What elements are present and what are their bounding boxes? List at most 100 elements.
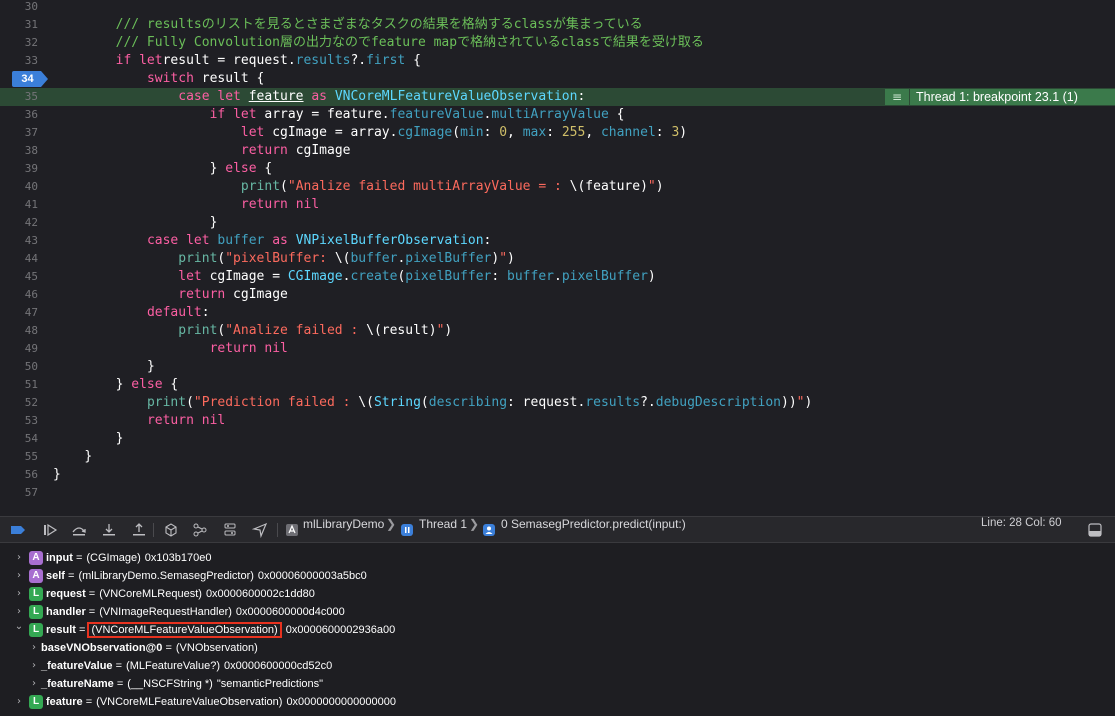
variable-row[interactable]: › _featureValue = (MLFeatureValue?) 0x00006… [0, 657, 1115, 675]
breadcrumb-thread[interactable]: Thread 1 [419, 517, 467, 542]
code-line[interactable]: 44 print("pixelBuffer: \(buffer.pixelBuff… [0, 250, 1115, 268]
variable-row[interactable]: › Lhandler = (VNImageRequestHandler) 0x0000… [0, 603, 1115, 621]
variable-row[interactable]: › Lrequest = (VNCoreMLRequest) 0x0000600002… [0, 585, 1115, 603]
code-line[interactable]: 57 [0, 484, 1115, 502]
code-token: } [209, 161, 226, 176]
code-line[interactable]: 43 case let buffer as VNPixelBufferObserv… [0, 232, 1115, 250]
menu-lines-icon[interactable]: ≡ [885, 89, 909, 105]
code-token: ) [491, 251, 500, 266]
code-token: /// resultsのリストを見るとさまざまなタスクの結果を格納するclass… [115, 17, 643, 32]
code-line[interactable]: 51} else { [0, 376, 1115, 394]
chevron-down-icon[interactable]: ⌄ [14, 621, 24, 639]
variable-value: 0x00006000003a5bc0 [257, 570, 367, 582]
breadcrumb-project[interactable]: mlLibraryDemo [303, 517, 384, 542]
code-line[interactable]: 31 /// resultsのリストを見るとさまざまなタスクの結果を格納するcla… [0, 16, 1115, 34]
code-token: case let [146, 233, 210, 248]
breakpoint-banner[interactable]: ≡ Thread 1: breakpoint 23.1 (1) [885, 88, 1115, 106]
code-token: : [491, 269, 508, 284]
variable-name: _featureValue [41, 660, 113, 672]
code-editor[interactable]: 30 31 /// resultsのリストを見るとさまざまなタスクの結果を格納するc… [0, 0, 1115, 516]
variable-row[interactable]: › Aself = (mlLibraryDemo.SemasegPredictor)… [0, 567, 1115, 585]
code-text: } else { [210, 160, 273, 178]
code-token: \(feature) [569, 179, 648, 194]
code-token: let [178, 269, 202, 284]
line-number: 46 [24, 288, 38, 301]
continue-icon[interactable] [42, 522, 58, 538]
code-token: , [507, 125, 523, 140]
code-line[interactable]: 53 return nil [0, 412, 1115, 430]
code-token: return [178, 287, 226, 302]
code-line[interactable]: 41 return nil [0, 196, 1115, 214]
code-line[interactable]: 32 /// Fully Convolution層の出力なのでfeature ma… [0, 34, 1115, 52]
step-into-icon[interactable] [101, 522, 117, 538]
chevron-right-icon[interactable]: › [14, 567, 24, 585]
code-line[interactable]: 46 return cgImage [0, 286, 1115, 304]
chevron-right-icon[interactable]: › [14, 549, 24, 567]
code-line[interactable]: 33 if letresult = request.results?.first … [0, 52, 1115, 70]
chevron-right-icon[interactable]: › [14, 603, 24, 621]
code-line[interactable]: 54} [0, 430, 1115, 448]
variables-view[interactable]: › Ainput = (CGImage) 0x103b170e0 › Aself = (ml… [0, 543, 1115, 716]
code-token: array = feature. [256, 107, 390, 122]
variable-row[interactable]: › Lfeature = (VNCoreMLFeatureValueObservat… [0, 693, 1115, 711]
location-icon[interactable] [251, 522, 268, 539]
code-token: cgImage [397, 125, 453, 140]
code-token: : [546, 125, 562, 140]
variable-row[interactable]: › baseVNObservation@0 = (VNObservation) [0, 639, 1115, 657]
code-line[interactable]: 56} [0, 466, 1115, 484]
chevron-right-icon[interactable]: › [14, 585, 24, 603]
code-line[interactable]: 47 default: [0, 304, 1115, 322]
breadcrumb-stack-frame[interactable]: 0 SemasegPredictor.predict(input:) [501, 517, 686, 542]
code-line[interactable]: 48 print("Analize failed : \(result)") [0, 322, 1115, 340]
breadcrumb-separator: ❯ [469, 517, 480, 531]
variable-row[interactable]: › Ainput = (CGImage) 0x103b170e0 [0, 549, 1115, 567]
chevron-right-icon[interactable]: › [29, 639, 39, 657]
code-line[interactable]: 30 [0, 0, 1115, 16]
code-token: return nil [146, 413, 226, 428]
variable-row[interactable]: ⌄ Lresult = (VNCoreMLFeatureValueObservati… [0, 621, 1115, 639]
code-token: first [366, 53, 406, 68]
code-line[interactable]: 38 return cgImage [0, 142, 1115, 160]
code-line[interactable]: 40 print("Analize failed multiArrayValue … [0, 178, 1115, 196]
code-token: " [647, 179, 656, 194]
environment-overrides-icon[interactable] [222, 522, 238, 538]
code-token: : [577, 89, 586, 104]
console-toggle-icon[interactable] [1087, 522, 1103, 538]
code-line[interactable]: 39 } else { [0, 160, 1115, 178]
code-line[interactable]: 55} [0, 448, 1115, 466]
line-number: 43 [24, 234, 38, 247]
code-line[interactable]: 36 if let array = feature.featureValue.mu… [0, 106, 1115, 124]
code-token: describing [428, 395, 508, 410]
chevron-right-icon[interactable]: › [29, 657, 39, 675]
code-line[interactable]: 37 let cgImage = array.cgImage(min: 0, ma… [0, 124, 1115, 142]
variable-text: feature = (VNCoreMLFeatureValueObservatio… [46, 696, 396, 708]
code-line[interactable]: 34 switch result { [0, 70, 1115, 88]
memory-graph-icon[interactable] [192, 522, 208, 538]
step-over-icon[interactable] [71, 522, 87, 538]
line-col-indicator: Line: 28 Col: 60 [981, 517, 1062, 529]
code-token: buffer [350, 251, 398, 266]
variable-type: (VNCoreMLRequest) [99, 588, 202, 600]
local-badge-icon: L [29, 623, 43, 637]
code-text: print("pixelBuffer: \(buffer.pixelBuffer… [178, 250, 515, 268]
line-number: 39 [24, 162, 38, 175]
code-text: } [116, 430, 124, 448]
variable-row[interactable]: › _featureName = (__NSCFString *) "semantic… [0, 675, 1115, 693]
chevron-right-icon[interactable]: › [29, 675, 39, 693]
view-hierarchy-icon[interactable] [163, 522, 179, 538]
code-token: as [311, 89, 327, 104]
code-line[interactable]: 45 let cgImage = CGImage.create(pixelBuff… [0, 268, 1115, 286]
breakpoint-marker[interactable]: 34 [12, 71, 48, 87]
line-number: 31 [24, 18, 38, 31]
code-token: } [146, 359, 155, 374]
code-line[interactable]: 49 return nil [0, 340, 1115, 358]
code-line[interactable]: 42} [0, 214, 1115, 232]
breakpoint-toggle-icon[interactable] [10, 522, 26, 538]
code-text: return cgImage [241, 142, 351, 160]
code-line[interactable]: 52 print("Prediction failed : \(String(de… [0, 394, 1115, 412]
line-number: 50 [24, 360, 38, 373]
code-line[interactable]: 50} [0, 358, 1115, 376]
chevron-right-icon[interactable]: › [14, 693, 24, 711]
step-out-icon[interactable] [131, 522, 147, 538]
code-line[interactable]: 35 case let feature as VNCoreMLFeatureVal… [0, 88, 1115, 106]
